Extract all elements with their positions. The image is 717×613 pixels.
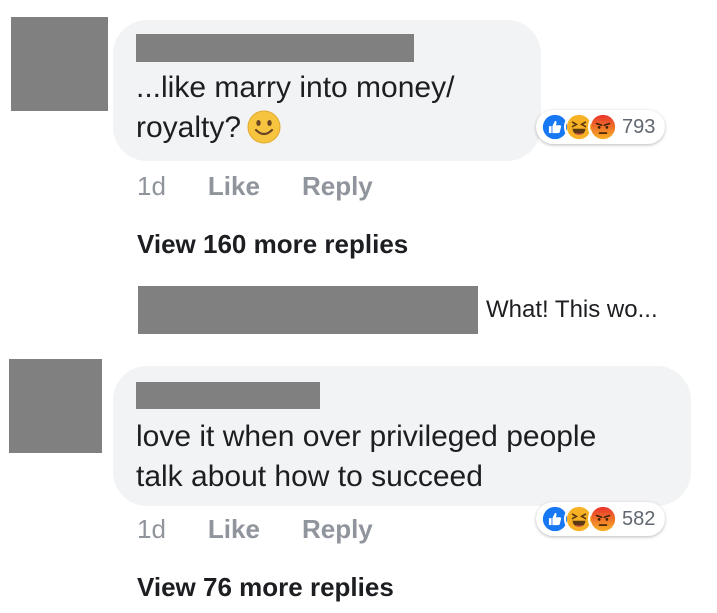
comment-text-line: talk about how to succeed [136, 460, 483, 493]
commenter-avatar[interactable] [9, 359, 102, 453]
reaction-count: 582 [622, 507, 656, 530]
like-button[interactable]: Like [208, 171, 260, 202]
angry-reaction-icon [588, 112, 618, 142]
comment-text-line: ...like marry into money/ [136, 71, 455, 104]
reply-preview-text: What! This wo... [486, 296, 658, 323]
comment-timestamp[interactable]: 1d [137, 171, 166, 202]
slightly-smiling-face-icon [247, 110, 281, 144]
reply-button[interactable]: Reply [302, 514, 373, 545]
view-more-replies-link[interactable]: View 76 more replies [137, 572, 394, 603]
reply-preview-redacted [138, 286, 478, 334]
comment-actions: 1d Like Reply [137, 514, 415, 545]
like-button[interactable]: Like [208, 514, 260, 545]
reaction-summary[interactable]: 582 [536, 502, 666, 536]
comment-timestamp[interactable]: 1d [137, 514, 166, 545]
comment-text: love it when over privileged people talk… [136, 417, 596, 497]
reply-preview[interactable]: What! This wo... [138, 286, 658, 334]
reaction-summary[interactable]: 793 [536, 110, 666, 144]
commenter-name-redacted[interactable] [136, 34, 414, 62]
angry-reaction-icon [588, 504, 618, 534]
comment-text-line: love it when over privileged people [136, 420, 597, 453]
reply-button[interactable]: Reply [302, 171, 373, 202]
comment-actions: 1d Like Reply [137, 171, 415, 202]
view-more-replies-link[interactable]: View 160 more replies [137, 229, 408, 260]
reaction-count: 793 [622, 115, 656, 138]
comment-text-fragment: royalty? [136, 111, 242, 144]
comment-text: ...like marry into money/ royalty? [136, 68, 454, 148]
commenter-name-redacted[interactable] [136, 382, 320, 409]
commenter-avatar[interactable] [11, 17, 108, 111]
comment-text-line: royalty? [136, 108, 454, 148]
